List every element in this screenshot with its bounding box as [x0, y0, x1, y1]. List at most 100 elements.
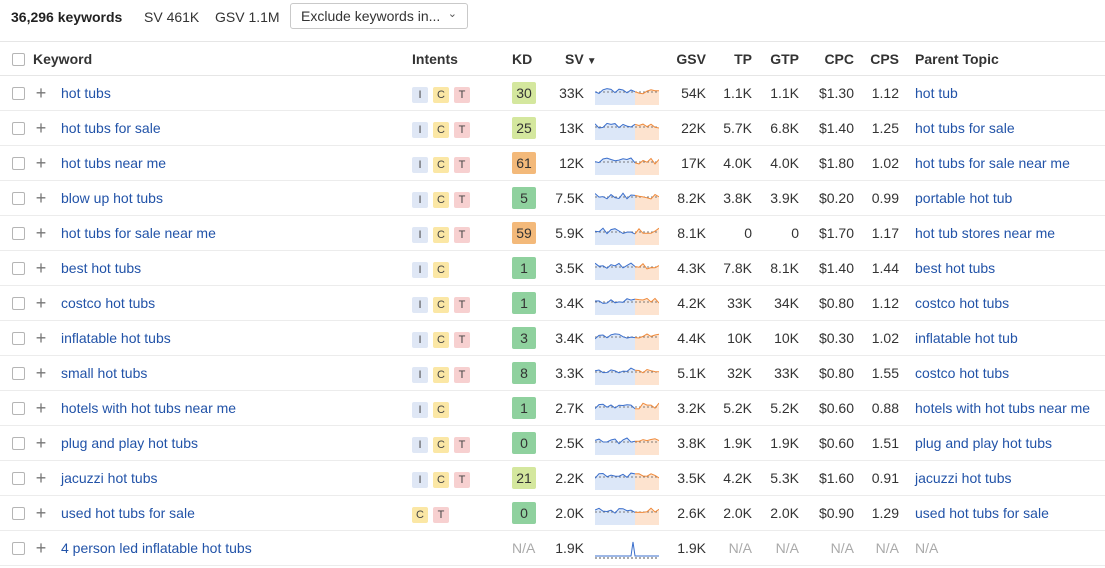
keyword-link[interactable]: hot tubs near me — [61, 146, 166, 181]
parent-topic-link[interactable]: used hot tubs for sale — [915, 496, 1049, 531]
row-checkbox[interactable] — [12, 472, 25, 485]
tp-value: 5.7K — [723, 120, 752, 136]
select-all-checkbox[interactable] — [12, 53, 25, 66]
parent-topic-link[interactable]: hotels with hot tubs near me — [915, 391, 1090, 426]
intent-badge: C — [433, 332, 449, 348]
intent-badge: C — [433, 87, 449, 103]
sv-value: 12K — [559, 155, 584, 171]
row-checkbox[interactable] — [12, 297, 25, 310]
row-checkbox[interactable] — [12, 437, 25, 450]
parent-topic-link[interactable]: costco hot tubs — [915, 356, 1009, 391]
sv-value: 7.5K — [555, 190, 584, 206]
keyword-link[interactable]: hot tubs for sale near me — [61, 216, 216, 251]
sparkline-area-forecast — [635, 403, 659, 420]
exclude-keywords-dropdown[interactable]: Exclude keywords in... ⌄ — [290, 3, 468, 29]
table-row: + hot tubs I C T 30 33K 54K 1.1K 1.1K $1.30 1.12 hot… — [0, 76, 1105, 111]
keyword-link[interactable]: inflatable hot tubs — [61, 321, 171, 356]
kd-value: N/A — [512, 540, 536, 556]
sparkline-area-history — [595, 193, 635, 210]
kd-badge: 8 — [512, 362, 536, 384]
tp-value: 1.9K — [723, 435, 752, 451]
parent-topic-link[interactable]: best hot tubs — [915, 251, 995, 286]
col-gtp[interactable]: GTP — [760, 42, 799, 77]
add-to-list-icon[interactable]: + — [34, 76, 48, 111]
row-checkbox[interactable] — [12, 542, 25, 555]
keyword-link[interactable]: hot tubs for sale — [61, 111, 161, 146]
keyword-link[interactable]: hotels with hot tubs near me — [61, 391, 236, 426]
keyword-link[interactable]: jacuzzi hot tubs — [61, 461, 158, 496]
add-to-list-icon[interactable]: + — [34, 286, 48, 321]
keyword-link[interactable]: small hot tubs — [61, 356, 147, 391]
col-gsv[interactable]: GSV — [660, 42, 706, 77]
cpc-value: $1.30 — [818, 85, 854, 101]
kd-badge: 0 — [512, 432, 536, 454]
parent-topic-link[interactable]: plug and play hot tubs — [915, 426, 1052, 461]
add-to-list-icon[interactable]: + — [34, 356, 48, 391]
kd-badge: 59 — [512, 222, 536, 244]
cps-value: 1.12 — [871, 85, 899, 101]
parent-topic-link[interactable]: hot tubs for sale near me — [915, 146, 1070, 181]
add-to-list-icon[interactable]: + — [34, 391, 48, 426]
gsv-value: 5.1K — [677, 365, 706, 381]
col-cps[interactable]: CPS — [862, 42, 899, 77]
table-row: + small hot tubs I C T 8 3.3K 5.1K 32K 33K $0.80 1.… — [0, 356, 1105, 391]
add-to-list-icon[interactable]: + — [34, 496, 48, 531]
parent-topic-link[interactable]: hot tub stores near me — [915, 216, 1055, 251]
col-intents[interactable]: Intents — [412, 42, 458, 77]
tp-value: 33K — [727, 295, 752, 311]
intent-badge: I — [412, 122, 428, 138]
row-checkbox[interactable] — [12, 402, 25, 415]
keyword-link[interactable]: hot tubs — [61, 76, 111, 111]
parent-topic-link[interactable]: hot tub — [915, 76, 958, 111]
row-checkbox[interactable] — [12, 332, 25, 345]
keyword-link[interactable]: 4 person led inflatable hot tubs — [61, 531, 252, 566]
col-kd[interactable]: KD — [512, 42, 532, 77]
row-checkbox[interactable] — [12, 262, 25, 275]
intent-badge: C — [433, 262, 449, 278]
intent-badge: C — [433, 367, 449, 383]
parent-topic-link[interactable]: inflatable hot tub — [915, 321, 1018, 356]
table-row: + hot tubs for sale near me I C T 59 5.9K 8.1K 0… — [0, 216, 1105, 251]
add-to-list-icon[interactable]: + — [34, 146, 48, 181]
row-checkbox[interactable] — [12, 507, 25, 520]
parent-topic-link[interactable]: jacuzzi hot tubs — [915, 461, 1012, 496]
add-to-list-icon[interactable]: + — [34, 111, 48, 146]
col-tp[interactable]: TP — [712, 42, 752, 77]
add-to-list-icon[interactable]: + — [34, 251, 48, 286]
row-checkbox[interactable] — [12, 122, 25, 135]
row-checkbox[interactable] — [12, 367, 25, 380]
col-sv[interactable]: SV ▼ — [565, 42, 597, 77]
keyword-link[interactable]: plug and play hot tubs — [61, 426, 198, 461]
intent-badge: C — [433, 122, 449, 138]
cpc-value: $0.80 — [818, 365, 854, 381]
row-checkbox[interactable] — [12, 157, 25, 170]
row-checkbox[interactable] — [12, 87, 25, 100]
parent-topic-link[interactable]: hot tubs for sale — [915, 111, 1015, 146]
keyword-link[interactable]: costco hot tubs — [61, 286, 155, 321]
row-checkbox[interactable] — [12, 227, 25, 240]
table-row: + jacuzzi hot tubs I C T 21 2.2K 3.5K 4.2K 5.3K $1… — [0, 461, 1105, 496]
gsv-value: 22K — [681, 120, 706, 136]
cpc-value: $1.60 — [818, 470, 854, 486]
add-to-list-icon[interactable]: + — [34, 426, 48, 461]
table-header: Keyword Intents KD SV ▼ GSV TP GTP CPC CP… — [0, 41, 1105, 76]
add-to-list-icon[interactable]: + — [34, 531, 48, 566]
row-checkbox[interactable] — [12, 192, 25, 205]
keyword-link[interactable]: used hot tubs for sale — [61, 496, 195, 531]
sparkline-area-forecast — [635, 263, 659, 280]
intent-badge: C — [433, 437, 449, 453]
col-parent-topic[interactable]: Parent Topic — [915, 42, 999, 77]
add-to-list-icon[interactable]: + — [34, 321, 48, 356]
parent-topic-link[interactable]: costco hot tubs — [915, 286, 1009, 321]
add-to-list-icon[interactable]: + — [34, 181, 48, 216]
keyword-link[interactable]: blow up hot tubs — [61, 181, 163, 216]
col-keyword[interactable]: Keyword — [33, 42, 92, 77]
keyword-link[interactable]: best hot tubs — [61, 251, 141, 286]
gtp-value: 34K — [774, 295, 799, 311]
parent-topic-link[interactable]: portable hot tub — [915, 181, 1012, 216]
intent-badges: CT — [412, 505, 454, 523]
total-sv: SV 461K — [144, 9, 200, 25]
add-to-list-icon[interactable]: + — [34, 461, 48, 496]
add-to-list-icon[interactable]: + — [34, 216, 48, 251]
col-cpc[interactable]: CPC — [810, 42, 854, 77]
